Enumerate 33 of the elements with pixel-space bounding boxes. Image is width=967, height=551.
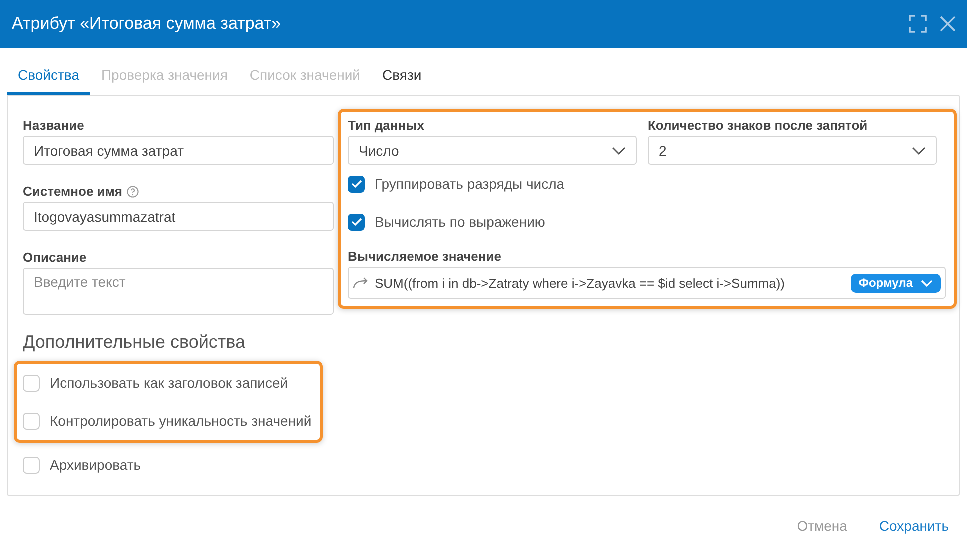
text-field[interactable]: Itogovayasummazatrat bbox=[23, 202, 334, 231]
section-heading: Дополнительные свойства bbox=[23, 332, 246, 353]
close-icon[interactable] bbox=[939, 15, 957, 33]
window-title: Атрибут «Итоговая сумма затрат» bbox=[12, 14, 282, 34]
field-label: Название bbox=[23, 118, 84, 133]
data-type-dropdown[interactable]: Число bbox=[348, 136, 637, 165]
checkbox[interactable] bbox=[348, 214, 365, 230]
checkbox[interactable] bbox=[348, 176, 365, 192]
checkbox-label: Группировать разряды числа bbox=[375, 176, 565, 192]
field-label: Вычисляемое значение bbox=[348, 249, 502, 264]
checkbox-label: Вычислять по выражению bbox=[375, 214, 546, 230]
redirect-arrow-icon bbox=[353, 277, 369, 289]
tab[interactable]: Свойства bbox=[7, 67, 90, 95]
checkbox-label: Контролировать уникальность значений bbox=[50, 413, 312, 429]
field-label: Описание bbox=[23, 250, 87, 265]
check-icon bbox=[350, 179, 362, 189]
help-icon[interactable] bbox=[127, 186, 140, 198]
decimals-dropdown[interactable]: 2 bbox=[648, 136, 937, 165]
field-label: Тип данных bbox=[348, 118, 426, 133]
tab[interactable]: Связи bbox=[371, 67, 433, 95]
field-label: Количество знаков после запятой bbox=[648, 118, 869, 133]
save-button[interactable]: Сохранить bbox=[879, 518, 949, 534]
checkbox-label: Архивировать bbox=[50, 457, 142, 473]
expression-field[interactable]: SUM((from i in db->Zatraty where i->Zayavka == $id select i->Summa)) Формула bbox=[348, 267, 946, 299]
description-field[interactable]: Введите текст bbox=[23, 268, 334, 315]
fullscreen-icon[interactable] bbox=[909, 15, 927, 33]
field-label: Системное имя bbox=[23, 184, 122, 199]
chevron-down-icon bbox=[612, 146, 626, 154]
checkbox-label: Использовать как заголовок записей bbox=[50, 375, 288, 391]
check-icon bbox=[350, 217, 362, 227]
text-field[interactable]: Итоговая сумма затрат bbox=[23, 136, 334, 165]
chevron-down-icon bbox=[912, 146, 926, 154]
chevron-down-icon bbox=[921, 280, 933, 286]
